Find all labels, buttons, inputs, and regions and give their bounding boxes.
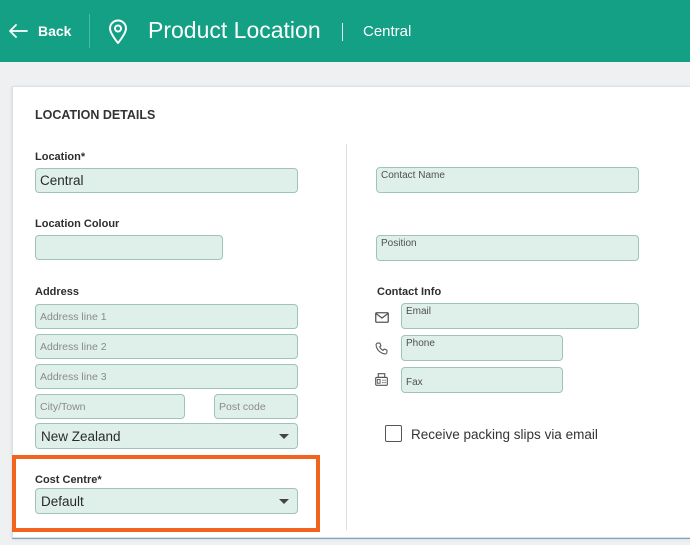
- chevron-down-icon: [279, 499, 289, 504]
- email-input[interactable]: [401, 303, 639, 329]
- location-subtitle: Central: [363, 23, 412, 40]
- country-select[interactable]: New Zealand: [35, 423, 298, 449]
- packing-slips-label: Receive packing slips via email: [411, 427, 598, 442]
- cost-centre-value: Default: [41, 493, 84, 509]
- country-value: New Zealand: [41, 428, 121, 444]
- cost-centre-select[interactable]: Default: [35, 488, 298, 514]
- fax-icon: [375, 373, 388, 386]
- contact-name-input[interactable]: [376, 167, 639, 193]
- location-input[interactable]: [35, 168, 298, 193]
- address-label: Address: [35, 286, 80, 298]
- envelope-icon: [375, 312, 389, 323]
- column-divider: [346, 144, 347, 530]
- address-line2-input[interactable]: [35, 334, 298, 359]
- city-input[interactable]: [35, 394, 185, 419]
- card-bottom-line: [12, 538, 690, 539]
- address-line3-input[interactable]: [35, 364, 298, 389]
- position-input[interactable]: [376, 235, 639, 261]
- section-title: LOCATION DETAILS: [35, 108, 156, 122]
- page-title: Product Location: [148, 17, 321, 43]
- cost-centre-label: Cost Centre*: [35, 474, 102, 486]
- phone-icon: [375, 342, 388, 355]
- map-pin-icon: [109, 19, 127, 44]
- arrow-left-icon: [9, 24, 28, 38]
- location-colour-input[interactable]: [35, 235, 223, 260]
- contact-info-label: Contact Info: [377, 286, 442, 298]
- packing-slips-checkbox[interactable]: [385, 425, 402, 442]
- location-label: Location*: [35, 151, 86, 163]
- postcode-input[interactable]: [214, 394, 298, 419]
- phone-input[interactable]: [401, 335, 563, 361]
- back-button[interactable]: Back: [8, 18, 71, 44]
- back-label: Back: [38, 23, 72, 39]
- top-bar: Back Product Location Central: [0, 0, 690, 62]
- fax-input[interactable]: [401, 367, 563, 393]
- chevron-down-icon: [279, 434, 289, 439]
- title-separator: [342, 23, 343, 41]
- location-colour-label: Location Colour: [35, 218, 120, 230]
- address-line1-input[interactable]: [35, 304, 298, 329]
- header-divider: [89, 14, 90, 48]
